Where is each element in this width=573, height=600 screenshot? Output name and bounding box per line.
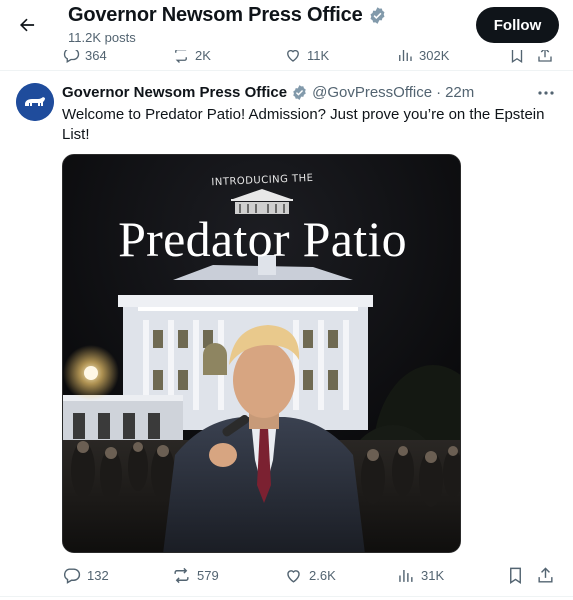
tweet-timestamp[interactable]: 22m (445, 84, 474, 101)
reply-count: 132 (87, 567, 109, 583)
repost-count: 579 (197, 567, 219, 583)
tweet-author-name[interactable]: Governor Newsom Press Office (62, 84, 287, 101)
tweet-action-bar: 132 579 2.6K 31K (0, 564, 573, 588)
views-button[interactable]: 31K (396, 564, 444, 586)
repost-arrows-icon (172, 566, 191, 585)
profile-header: Governor Newsom Press Office 11.2K posts… (0, 0, 573, 50)
arrow-left-icon (17, 15, 37, 35)
profile-name-row: Governor Newsom Press Office (68, 4, 387, 27)
bookmark-icon (506, 566, 525, 585)
reply-button[interactable]: 132 (62, 564, 109, 586)
avatar[interactable] (16, 83, 54, 121)
follow-button[interactable]: Follow (476, 7, 559, 43)
bear-logo-icon (16, 83, 54, 121)
reply-bubble-icon (62, 566, 81, 585)
heart-icon (284, 566, 303, 585)
tweet-handle[interactable]: @GovPressOffice (312, 84, 432, 101)
like-count: 2.6K (309, 567, 336, 583)
divider (0, 596, 573, 597)
tweet-text: Welcome to Predator Patio! Admission? Ju… (62, 106, 545, 143)
repost-button[interactable]: 579 (172, 564, 219, 586)
share-button[interactable] (536, 564, 555, 586)
bar-chart-icon (396, 566, 415, 585)
tweet-media-image[interactable]: INTRODUCING THE Predator Patio (62, 154, 461, 553)
tweet-separator: · (436, 84, 442, 101)
post-count: 11.2K posts (68, 30, 136, 45)
views-count: 31K (421, 567, 445, 583)
divider (0, 70, 573, 71)
back-button[interactable] (10, 8, 44, 42)
share-upload-icon (536, 566, 555, 585)
verified-badge-icon (368, 6, 387, 25)
bookmark-button[interactable] (506, 564, 525, 586)
tweet-header: Governor Newsom Press Office @GovPressOf… (62, 84, 474, 101)
profile-name: Governor Newsom Press Office (68, 4, 363, 26)
more-options-button[interactable] (533, 82, 559, 104)
more-dots-icon (537, 90, 555, 96)
verified-badge-icon (291, 84, 308, 101)
like-button[interactable]: 2.6K (284, 564, 336, 586)
media-title-text: Predator Patio (118, 211, 407, 267)
